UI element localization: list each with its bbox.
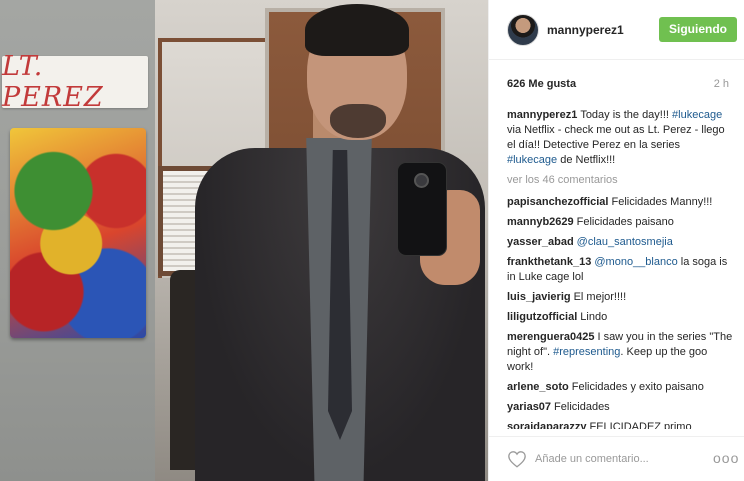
comment-text: Felicidades paisano xyxy=(576,216,674,228)
comment-username[interactable]: yasser_abad xyxy=(507,236,574,248)
comment-item: papisanchezofficial Felicidades Manny!!! xyxy=(507,195,733,210)
avatar[interactable] xyxy=(507,14,539,46)
comment-item: liligutzofficial Lindo xyxy=(507,310,733,325)
man-selfie xyxy=(195,0,485,481)
comment-item: mannyb2629 Felicidades paisano xyxy=(507,215,733,230)
comment-username[interactable]: liligutzofficial xyxy=(507,311,577,323)
mention-link[interactable]: @mono__blanco xyxy=(594,256,677,268)
post-time[interactable]: 2 h xyxy=(714,78,729,90)
likes-count[interactable]: 626 Me gusta xyxy=(507,78,576,90)
comment-username[interactable]: papisanchezofficial xyxy=(507,196,608,208)
hashtag-link[interactable]: #lukecage xyxy=(507,154,557,166)
caption-text-part: via Netflix - check me out as Lt. Perez … xyxy=(507,124,725,151)
comments-list: mannyperez1 Today is the day!!! #lukecage… xyxy=(507,108,733,429)
comment-text: Felicidades y exito paisano xyxy=(571,381,704,393)
comment-item: frankthetank_13 @mono__blanco la soga is … xyxy=(507,255,733,285)
marvel-poster xyxy=(10,128,146,338)
comment-item: soraidaparazzy FELICIDADEZ primo xyxy=(507,420,733,429)
likes-row: 626 Me gusta 2 h xyxy=(507,78,729,92)
comment-input[interactable] xyxy=(535,451,705,467)
more-options-icon[interactable]: ooo xyxy=(713,450,738,466)
comment-container: papisanchezofficial Felicidades Manny!!! m… xyxy=(507,195,733,429)
heart-outline-icon[interactable] xyxy=(507,450,527,468)
phone-camera-icon xyxy=(416,175,427,186)
comment-text: FELICIDADEZ primo xyxy=(589,421,692,429)
comment-item: luis_javierig El mejor!!!! xyxy=(507,290,733,305)
hair xyxy=(305,4,409,56)
caption-text-part: Today is the day!!! xyxy=(580,109,673,121)
username-link[interactable]: mannyperez1 xyxy=(547,23,624,37)
comment-item: merenguera0425 I saw you in the series "T… xyxy=(507,330,733,375)
comment-text: Lindo xyxy=(580,311,608,323)
comment-text: Felicidades xyxy=(554,401,610,413)
caption-text-part: de Netflix!!! xyxy=(557,154,616,166)
comment-item: arlene_soto Felicidades y exito paisano xyxy=(507,380,733,395)
comment-item: yasser_abad @clau_santosmejia xyxy=(507,235,733,250)
mention-link[interactable]: @clau_santosmejia xyxy=(577,236,673,248)
post-header: mannyperez1 Siguiendo xyxy=(489,0,744,60)
selfie-phone xyxy=(398,163,446,255)
comment-item: yarias07 Felicidades xyxy=(507,400,733,415)
sign-text: LT. PEREZ xyxy=(2,51,104,113)
comment-username[interactable]: merenguera0425 xyxy=(507,331,594,343)
comment-username[interactable]: luis_javierig xyxy=(507,291,571,303)
beard xyxy=(330,104,386,138)
following-button[interactable]: Siguiendo xyxy=(659,17,737,42)
comment-username[interactable]: arlene_soto xyxy=(507,381,569,393)
hashtag-link[interactable]: #lukecage xyxy=(672,109,722,121)
comment-text: Felicidades Manny!!! xyxy=(611,196,713,208)
comment-username[interactable]: mannyb2629 xyxy=(507,216,574,228)
comment-text: El mejor!!!! xyxy=(573,291,627,303)
lt-perez-sign: LT. PEREZ xyxy=(2,51,148,113)
comment-username[interactable]: yarias07 xyxy=(507,401,551,413)
comment-username[interactable]: soraidaparazzy xyxy=(507,421,586,429)
caption: mannyperez1 Today is the day!!! #lukecage… xyxy=(507,108,733,168)
post-footer: ooo xyxy=(489,436,744,481)
post-photo[interactable]: LT. PEREZ xyxy=(0,0,488,481)
mention-link[interactable]: #representing xyxy=(553,346,620,358)
post-sidebar: mannyperez1 Siguiendo 626 Me gusta 2 h m… xyxy=(488,0,744,481)
caption-username[interactable]: mannyperez1 xyxy=(507,109,577,121)
comment-username[interactable]: frankthetank_13 xyxy=(507,256,591,268)
view-all-comments-link[interactable]: ver los 46 comentarios xyxy=(507,173,733,188)
instagram-post: LT. PEREZ mannyperez1 Siguiendo 626 Me g… xyxy=(0,0,744,481)
